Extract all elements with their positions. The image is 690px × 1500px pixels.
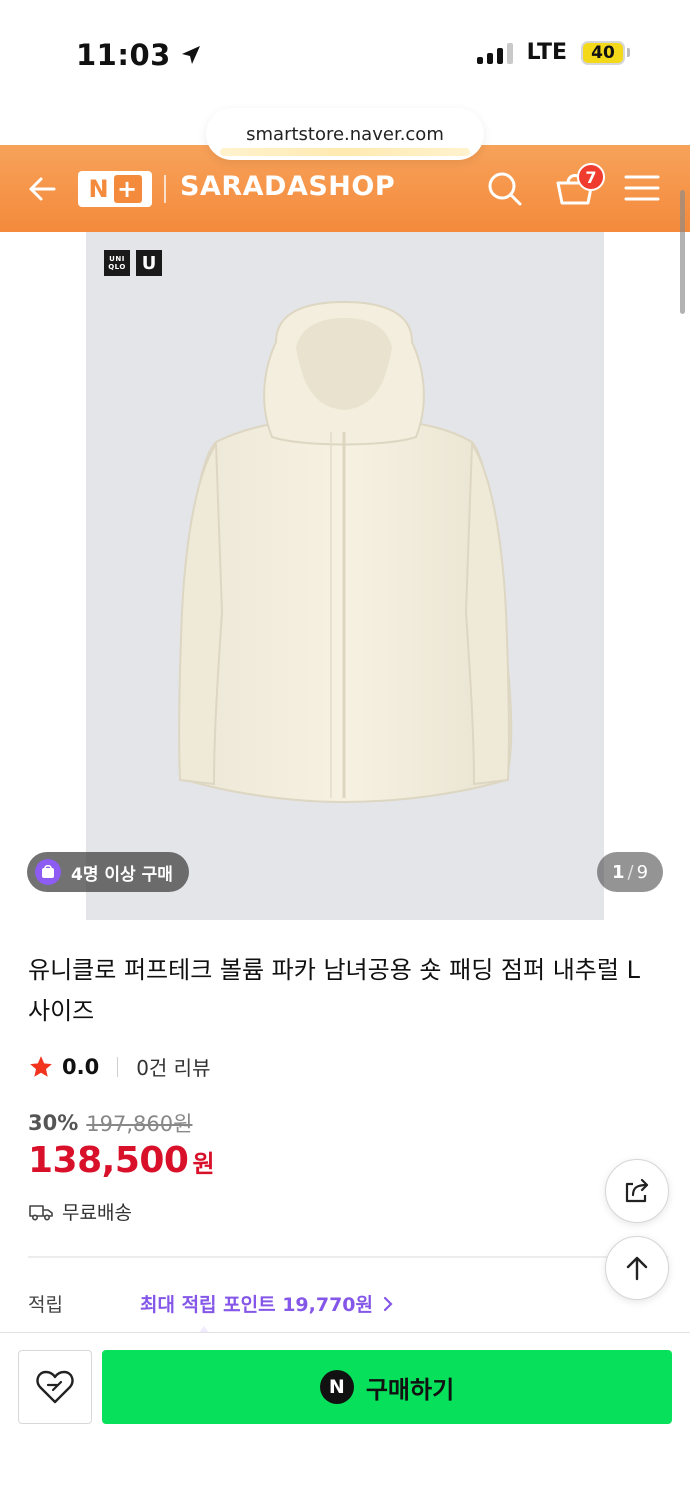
wishlist-button[interactable] xyxy=(18,1350,92,1424)
price-value: 138,500 xyxy=(28,1140,189,1181)
naver-plus-logo[interactable]: N + xyxy=(78,171,152,207)
cart-count-badge: 7 xyxy=(577,163,605,191)
points-row: 적립 최대 적립 포인트 19,770원 xyxy=(28,1290,668,1317)
points-label: 적립 xyxy=(28,1294,63,1316)
back-button[interactable] xyxy=(22,169,62,209)
product-photo xyxy=(178,300,513,804)
battery-icon: 40 xyxy=(581,40,630,65)
rating-score: 0.0 xyxy=(62,1054,100,1079)
time-text: 11:03 xyxy=(76,38,171,72)
rating-divider xyxy=(117,1056,119,1077)
page-current: 1 xyxy=(611,861,625,883)
search-icon xyxy=(488,172,522,206)
shipping-text: 무료배송 xyxy=(62,1202,132,1224)
bottom-action-bar: N 구매하기 xyxy=(0,1332,690,1500)
product-title: 유니클로 퍼프테크 볼륨 파카 남녀공용 숏 패딩 점퍼 내추럴 L 사이즈 xyxy=(28,956,640,1025)
header-divider xyxy=(164,175,166,203)
url-text: smartstore.naver.com xyxy=(246,123,444,145)
network-type: LTE xyxy=(526,40,567,65)
uniqlo-logo-top: UNI xyxy=(109,255,125,263)
uniqlo-logo: UNI QLO xyxy=(104,250,130,276)
buy-now-button[interactable]: N 구매하기 xyxy=(102,1350,672,1424)
buyers-count-text: 4명 이상 구매 xyxy=(71,864,173,885)
hamburger-menu-icon xyxy=(624,175,660,201)
buy-now-label: 구매하기 xyxy=(365,1375,455,1404)
shop-name[interactable]: SARADASHOP xyxy=(180,171,395,202)
share-button[interactable] xyxy=(605,1159,669,1223)
signal-icon xyxy=(476,42,513,64)
review-count[interactable]: 0건 리뷰 xyxy=(136,1052,210,1081)
max-points-text: 최대 적립 포인트 19,770원 xyxy=(140,1294,374,1316)
naver-pay-logo: N xyxy=(319,1370,354,1404)
page-separator: / xyxy=(627,861,634,883)
back-arrow-icon xyxy=(29,177,56,201)
section-divider xyxy=(28,1256,668,1258)
naver-plus-logo-n: N xyxy=(88,175,110,203)
shopping-bag-icon xyxy=(35,859,61,885)
share-icon xyxy=(625,1178,649,1203)
truck-icon xyxy=(29,1204,53,1221)
arrow-up-icon xyxy=(626,1256,648,1281)
status-bar: 11:03 LTE 40 xyxy=(0,0,690,110)
naver-plus-logo-plus: + xyxy=(113,175,142,203)
discount-row: 30% 197,860원 xyxy=(28,1108,192,1138)
discount-rate: 30% xyxy=(28,1111,79,1135)
price-currency: 원 xyxy=(192,1150,215,1178)
original-price: 197,860원 xyxy=(86,1112,193,1136)
scroll-to-top-button[interactable] xyxy=(605,1236,669,1300)
brand-logos: UNI QLO U xyxy=(104,250,162,276)
image-page-counter: 1 / 9 xyxy=(597,852,663,892)
page-scrollbar[interactable] xyxy=(680,190,685,314)
search-button[interactable] xyxy=(486,169,524,209)
status-time: 11:03 xyxy=(76,38,203,72)
u-logo: U xyxy=(136,250,162,276)
battery-level: 40 xyxy=(581,40,625,65)
rating-row[interactable]: 0.0 0건 리뷰 xyxy=(28,1052,211,1081)
shipping-info: 무료배송 xyxy=(28,1198,132,1225)
status-indicators: LTE 40 xyxy=(476,40,630,65)
product-image-gallery[interactable]: UNI QLO U xyxy=(86,232,604,920)
chevron-right-icon xyxy=(383,1296,393,1312)
heart-icon xyxy=(36,1370,74,1404)
location-arrow-icon xyxy=(181,46,200,64)
sale-price: 138,500 원 xyxy=(28,1140,215,1181)
menu-button[interactable] xyxy=(624,173,660,203)
page-total: 9 xyxy=(636,861,649,883)
buyers-count-badge: 4명 이상 구매 xyxy=(27,852,189,892)
uniqlo-logo-bottom: QLO xyxy=(108,263,126,271)
max-points-link[interactable]: 최대 적립 포인트 19,770원 xyxy=(140,1290,394,1317)
url-bar[interactable]: smartstore.naver.com xyxy=(206,108,484,160)
star-icon xyxy=(30,1055,52,1077)
